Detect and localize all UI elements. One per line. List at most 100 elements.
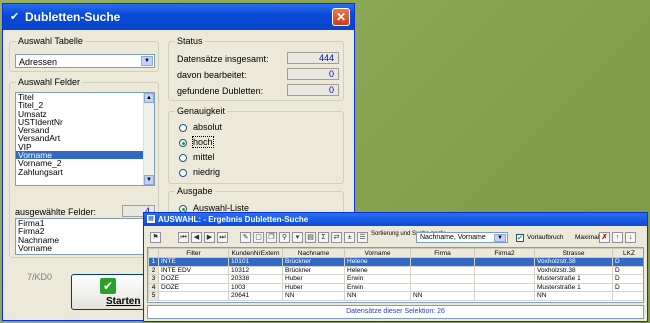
- table-cell[interactable]: NN: [410, 291, 475, 301]
- prev-record-icon[interactable]: ◀: [191, 232, 202, 243]
- table-cell[interactable]: [158, 291, 229, 301]
- table-cell[interactable]: Helene: [344, 265, 411, 275]
- table-row[interactable]: 1 INTE 10101 Brückner Helene Voxholzstr.38 D: [148, 257, 643, 267]
- row-number[interactable]: 4: [148, 282, 159, 292]
- table-cell[interactable]: Brückner: [282, 257, 345, 267]
- table-cell[interactable]: D: [612, 257, 643, 267]
- table-cell[interactable]: 20338: [228, 274, 283, 284]
- next-record-icon[interactable]: ▶: [204, 232, 215, 243]
- genauigkeit-radio-niedrig[interactable]: [179, 169, 187, 177]
- table-cell[interactable]: 20641: [228, 291, 283, 301]
- table-cell[interactable]: NN: [534, 291, 613, 301]
- table-row[interactable]: 4 DOZE 1003 Huber Erwin Musterstraße 1D: [148, 282, 643, 292]
- table-cell[interactable]: [410, 257, 475, 267]
- table-cell[interactable]: D: [612, 282, 643, 292]
- chevron-down-icon[interactable]: ▼: [141, 56, 153, 66]
- table-cell[interactable]: Erwin: [344, 282, 411, 292]
- title-bar[interactable]: ✔ Dubletten-Suche ✕: [3, 4, 354, 30]
- sort-select[interactable]: Nachname, Vorname ▼: [416, 232, 508, 243]
- table-cell[interactable]: D: [612, 274, 643, 284]
- table-cell[interactable]: [410, 265, 475, 275]
- row-number[interactable]: 5: [148, 291, 159, 301]
- table-cell[interactable]: [474, 291, 535, 301]
- genauigkeit-radio-mittel[interactable]: [179, 154, 187, 162]
- table-cell[interactable]: [612, 291, 643, 301]
- row-number[interactable]: 2: [148, 265, 159, 275]
- genauigkeit-radio-hoch[interactable]: [179, 139, 187, 147]
- table-cell[interactable]: Musterstraße 1: [534, 282, 613, 292]
- field-list-scrollbar[interactable]: ▲ ▼: [143, 93, 154, 185]
- minus-plus-icon[interactable]: ±: [344, 232, 355, 243]
- column-header[interactable]: Nachname: [282, 248, 345, 258]
- table-cell[interactable]: [410, 274, 475, 284]
- result-title-bar[interactable]: ▦ AUSWAHL: - Ergebnis Dubletten-Suche: [144, 213, 647, 226]
- sum-icon[interactable]: Σ: [318, 232, 329, 243]
- edit-icon[interactable]: ✎: [240, 232, 251, 243]
- field-list[interactable]: Titel Titel_2 Umsatz USTIdentNr Versand Versa…: [15, 92, 155, 186]
- search-icon[interactable]: ⚲: [279, 232, 290, 243]
- sort-desc-icon[interactable]: ↓: [625, 232, 636, 243]
- swap-icon[interactable]: ⇄: [331, 232, 342, 243]
- row-number[interactable]: 1: [148, 257, 159, 267]
- table-cell[interactable]: [474, 282, 535, 292]
- table-cell[interactable]: Huber: [282, 282, 345, 292]
- table-cell[interactable]: 10101: [228, 257, 283, 267]
- table-icon[interactable]: ▤: [305, 232, 316, 243]
- table-cell[interactable]: DOZE: [158, 282, 229, 292]
- table-cell[interactable]: Brückner: [282, 265, 345, 275]
- table-cell[interactable]: INTE: [158, 257, 229, 267]
- first-record-icon[interactable]: ⏮: [178, 232, 189, 243]
- table-row[interactable]: 5 20641 NN NN NN NN: [148, 291, 643, 301]
- column-header[interactable]: Strasse: [534, 248, 613, 258]
- table-cell[interactable]: INTE EDV: [158, 265, 229, 275]
- pin-icon[interactable]: ⚑: [150, 232, 161, 243]
- cancel-icon[interactable]: ✗: [599, 232, 610, 243]
- column-header[interactable]: LKZ: [612, 248, 643, 258]
- table-cell[interactable]: [410, 282, 475, 292]
- selected-field-item[interactable]: Vorname: [16, 243, 154, 252]
- table-cell[interactable]: D: [612, 265, 643, 275]
- new-document-icon[interactable]: ▢: [253, 232, 264, 243]
- column-header[interactable]: Firma2: [474, 248, 535, 258]
- lg-icon[interactable]: ☰: [357, 232, 368, 243]
- scroll-down-icon[interactable]: ▼: [144, 175, 154, 185]
- chevron-down-icon[interactable]: ▼: [494, 234, 506, 242]
- table-cell[interactable]: 1003: [228, 282, 283, 292]
- genauigkeit-radio-absolut[interactable]: [179, 124, 187, 132]
- filter-icon[interactable]: ▾: [292, 232, 303, 243]
- column-header[interactable]: Filter: [158, 248, 229, 258]
- table-cell[interactable]: NN: [282, 291, 345, 301]
- row-number[interactable]: 3: [148, 274, 159, 284]
- result-grid[interactable]: Filter KundenNrExtern Nachname Vorname Firma…: [147, 247, 644, 303]
- table-cell[interactable]: Helene: [344, 257, 411, 267]
- field-list-item[interactable]: VersandArt: [16, 134, 154, 143]
- table-row[interactable]: 3 DOZE 20338 Huber Erwin Musterstraße 1D: [148, 274, 643, 284]
- table-cell[interactable]: Huber: [282, 274, 345, 284]
- table-cell[interactable]: 10312: [228, 265, 283, 275]
- column-header[interactable]: Firma: [410, 248, 475, 258]
- table-cell[interactable]: [474, 265, 535, 275]
- selected-fields-list[interactable]: Firma1 Firma2 Nachname Vorname: [15, 218, 155, 255]
- copy-icon[interactable]: ❐: [266, 232, 277, 243]
- sort-asc-icon[interactable]: ↑: [612, 232, 623, 243]
- field-list-item[interactable]: Zahlungsart: [16, 167, 154, 176]
- vorlaufbruch-checkbox[interactable]: ✔: [516, 234, 524, 242]
- table-cell[interactable]: Voxholzstr.38: [534, 257, 613, 267]
- table-select[interactable]: Adressen ▼: [15, 54, 155, 68]
- table-cell[interactable]: Voxholzstr.38: [534, 265, 613, 275]
- table-cell[interactable]: NN: [344, 291, 411, 301]
- start-button[interactable]: ✔ Starten: [71, 274, 145, 310]
- column-header[interactable]: KundenNrExtern: [228, 248, 283, 258]
- table-cell[interactable]: Erwin: [344, 274, 411, 284]
- column-header[interactable]: [148, 248, 159, 258]
- result-window-title: AUSWAHL: - Ergebnis Dubletten-Suche: [158, 215, 309, 224]
- table-row[interactable]: 2 INTE EDV 10312 Brückner Helene Voxholzstr.3…: [148, 265, 643, 275]
- table-cell[interactable]: DOZE: [158, 274, 229, 284]
- table-cell[interactable]: [474, 257, 535, 267]
- table-cell[interactable]: Musterstraße 1: [534, 274, 613, 284]
- table-cell[interactable]: [474, 274, 535, 284]
- close-button[interactable]: ✕: [332, 8, 350, 26]
- last-record-icon[interactable]: ⏭: [217, 232, 228, 243]
- scroll-up-icon[interactable]: ▲: [144, 93, 154, 103]
- column-header[interactable]: Vorname: [344, 248, 411, 258]
